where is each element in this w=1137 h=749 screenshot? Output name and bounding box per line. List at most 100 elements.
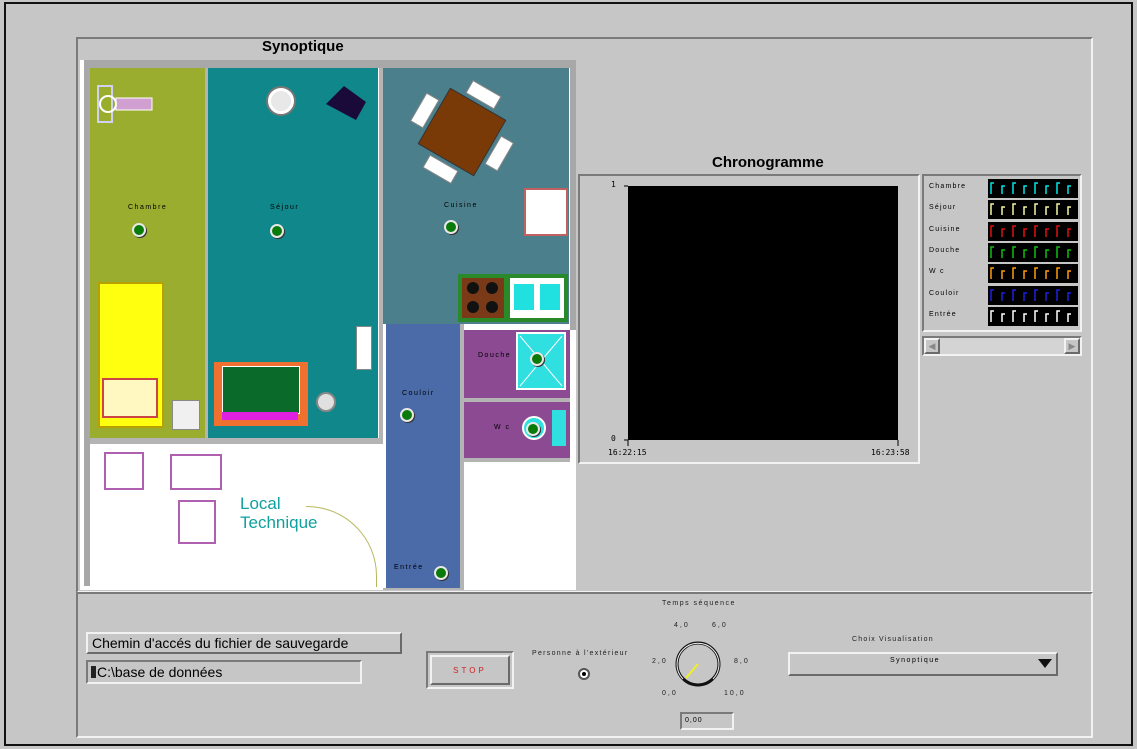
temps-knob[interactable]	[672, 638, 724, 690]
main-window: Synoptique Local Technique Chambre Séjou…	[4, 2, 1133, 746]
legend-label: Couloir	[929, 289, 960, 297]
synoptique-title: Synoptique	[262, 38, 344, 55]
legend-swatch	[988, 306, 1078, 326]
kitchen-counter	[458, 274, 568, 322]
legend-label: Séjour	[929, 204, 957, 212]
chronogramme-title: Chronogramme	[712, 154, 824, 171]
door-arc	[306, 506, 377, 587]
label-entree: Entrée	[394, 564, 424, 571]
label-wc: W c	[494, 424, 511, 431]
path-field[interactable]: C:\base de données	[86, 660, 362, 684]
sofa-base	[222, 412, 298, 420]
tank-icon	[178, 500, 216, 544]
legend-swatch	[988, 179, 1078, 198]
path-icon	[91, 666, 96, 678]
sensor-couloir[interactable]	[400, 408, 414, 422]
choix-select[interactable]: Synoptique	[788, 652, 1058, 676]
plot-area	[628, 186, 898, 440]
legend-row: Chambre	[924, 178, 1080, 199]
legend-swatch	[988, 221, 1078, 241]
radio-dot	[582, 672, 586, 676]
y-label-max: 1	[611, 180, 616, 189]
chronogramme-panel: 1 0 16:22:15 16:23:58	[578, 174, 920, 464]
boiler-icon	[170, 454, 222, 490]
knob-tick-2: 2,0	[652, 658, 668, 665]
dropdown-arrow-icon	[1038, 659, 1052, 668]
scroll-right-button[interactable]: ▶	[1064, 338, 1080, 354]
room-couloir	[386, 324, 460, 590]
right-wall	[570, 60, 576, 330]
chart-legend: Chambre Séjour Cuisine Douche W c Couloir Entr…	[922, 174, 1082, 332]
legend-swatch	[988, 285, 1078, 305]
temps-label: Temps séquence	[662, 600, 736, 607]
path-value: C:\base de données	[97, 664, 223, 680]
x-label-end: 16:23:58	[871, 448, 910, 457]
knob-tick-0: 0,0	[662, 690, 678, 697]
nightstand	[172, 400, 200, 430]
outside-label: Personne à l'extérieur	[532, 650, 629, 657]
dining-table-icon	[410, 80, 514, 184]
knob-tick-10: 10,0	[724, 690, 746, 697]
label-cuisine: Cuisine	[444, 202, 478, 209]
chronogramme-chart	[624, 185, 899, 446]
sensor-entree[interactable]	[434, 566, 448, 580]
floor-plan: Local Technique Chambre Séjour Cuisine D…	[80, 60, 576, 590]
sofa	[214, 362, 308, 426]
legend-row: Séjour	[924, 199, 1080, 220]
sensor-cuisine[interactable]	[444, 220, 458, 234]
label-chambre: Chambre	[128, 204, 168, 211]
wall	[464, 458, 570, 462]
legend-swatch	[988, 242, 1078, 262]
scroll-left-button[interactable]: ◀	[924, 338, 940, 354]
knob-tick-6: 6,0	[712, 622, 728, 629]
armchair-icon	[316, 392, 336, 412]
wall	[205, 68, 208, 438]
lamp-icon	[268, 88, 294, 114]
label-sejour: Séjour	[270, 204, 300, 211]
cabinet	[356, 326, 372, 370]
sensor-chambre[interactable]	[132, 223, 146, 237]
outside-radio[interactable]	[578, 668, 590, 680]
legend-label: Cuisine	[929, 225, 961, 233]
wall	[464, 398, 570, 402]
toilet-tank	[552, 410, 566, 446]
pillow	[102, 378, 158, 418]
choix-value: Synoptique	[889, 657, 941, 664]
tv-icon	[322, 84, 368, 124]
wall	[383, 588, 463, 590]
fridge	[524, 188, 568, 236]
legend-row: W c	[924, 263, 1080, 284]
sensor-sejour[interactable]	[270, 224, 284, 238]
legend-label: Douche	[929, 246, 961, 254]
knob-tick-8: 8,0	[734, 658, 750, 665]
stove-icon	[462, 278, 504, 318]
legend-label: Entrée	[929, 310, 957, 318]
stop-button[interactable]: STOP	[426, 651, 514, 689]
legend-label: W c	[929, 268, 945, 276]
temps-value-field[interactable]: 0,00	[680, 712, 734, 730]
stop-label: STOP	[430, 655, 510, 685]
legend-row: Couloir	[924, 285, 1080, 306]
sensor-douche[interactable]	[530, 352, 544, 366]
legend-row: Cuisine	[924, 221, 1080, 242]
x-label-start: 16:22:15	[608, 448, 647, 457]
label-couloir: Couloir	[402, 390, 435, 397]
legend-swatch	[988, 200, 1078, 220]
choix-label: Choix Visualisation	[852, 636, 934, 643]
sofa-cushion	[222, 366, 300, 414]
desk-icon	[94, 76, 156, 132]
wall	[379, 68, 383, 444]
legend-scrollbar[interactable]: ◀ ▶	[922, 336, 1082, 356]
legend-swatch	[988, 264, 1078, 284]
sensor-wc[interactable]	[526, 422, 540, 436]
knob-tick-4: 4,0	[674, 622, 690, 629]
top-wall	[84, 60, 576, 68]
sink-icon	[510, 278, 564, 318]
legend-row: Entrée	[924, 306, 1080, 327]
wall	[460, 324, 464, 590]
legend-row: Douche	[924, 242, 1080, 263]
y-label-min: 0	[611, 434, 616, 443]
label-douche: Douche	[478, 352, 512, 359]
path-label: Chemin d'accés du fichier de sauvegarde	[86, 632, 402, 654]
machine-icon	[104, 452, 144, 490]
